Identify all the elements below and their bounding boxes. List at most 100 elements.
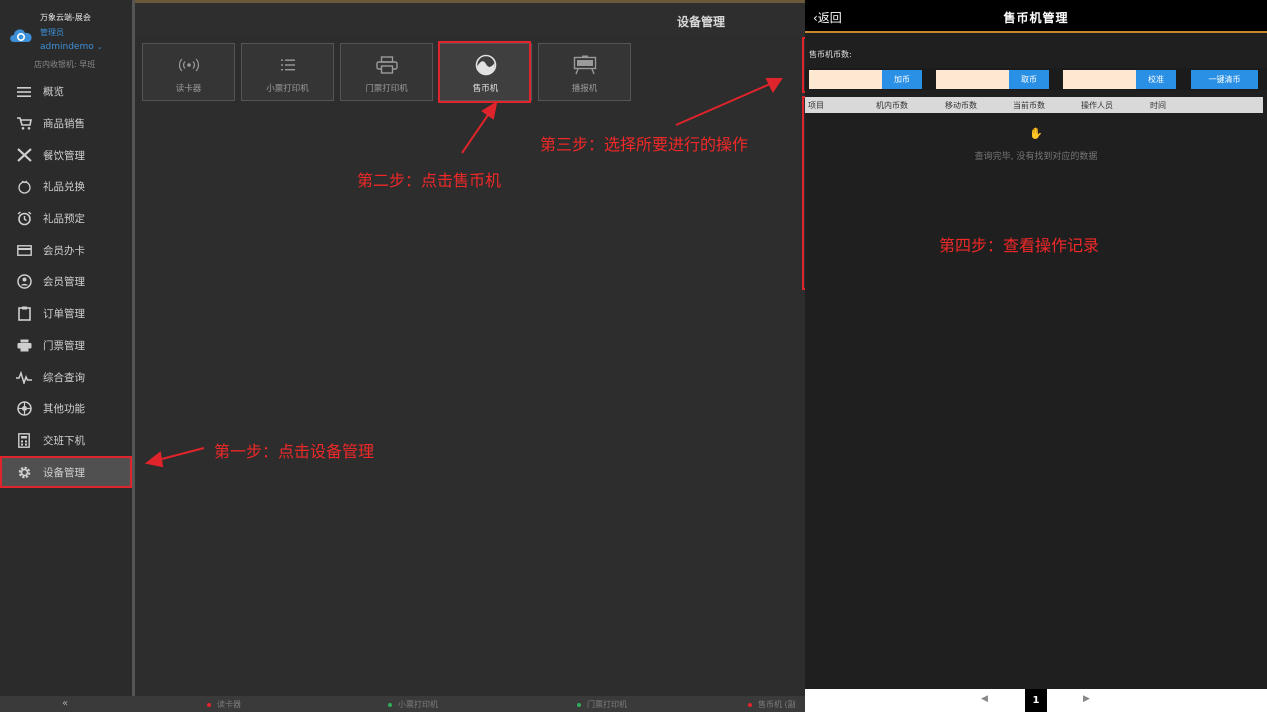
column-header: 时间	[1150, 101, 1166, 110]
sidebar-item-member-card[interactable]: 会员办卡	[0, 234, 132, 266]
device-label: 门票打印机	[365, 84, 408, 94]
sidebar-item-catering[interactable]: 餐饮管理	[0, 139, 132, 171]
sidebar-item-gift-booking[interactable]: 礼品预定	[0, 203, 132, 235]
status-dot-red-icon	[207, 702, 211, 707]
gear-icon	[15, 464, 33, 480]
user-menu[interactable]: admindemo ⌄	[40, 42, 103, 52]
clipboard-icon	[15, 306, 33, 322]
records-table-header: 项目 机内币数 移动币数 当前币数 操作人员 时间	[805, 97, 1263, 113]
page-title: 设备管理	[676, 15, 725, 29]
sidebar-item-label: 会员办卡	[43, 244, 85, 257]
list-printer-icon	[242, 54, 333, 76]
take-coin-input[interactable]	[936, 70, 1010, 89]
clear-coins-button[interactable]: 一键清币	[1191, 70, 1258, 89]
status-coin-machine: 售币机 (副	[748, 699, 796, 710]
aperture-icon	[15, 401, 33, 417]
empty-state-text: 查询完毕, 没有找到对应的数据	[974, 152, 1098, 162]
sidebar-item-overview[interactable]: 概览	[0, 76, 132, 108]
device-receipt-printer[interactable]: 小票打印机	[241, 43, 334, 101]
device-announcer[interactable]: 播报机	[538, 43, 631, 101]
sidebar-item-label: 礼品预定	[43, 213, 85, 226]
sidebar-item-other-functions[interactable]: 其他功能	[0, 393, 132, 425]
collapse-sidebar-icon[interactable]: «	[62, 698, 68, 709]
panel-header: ‹返回 售币机管理	[805, 0, 1267, 33]
brand-role: 管理员	[40, 28, 64, 37]
column-header: 项目	[808, 101, 824, 110]
user-name: admindemo	[40, 42, 94, 52]
brand-name: 万象云端-展会	[40, 13, 91, 22]
member-icon	[15, 274, 33, 290]
next-page-icon[interactable]: ▶	[1083, 694, 1090, 704]
gift-icon	[15, 179, 33, 195]
coin-operations-row: 加币 取币 校准 一键清币	[805, 68, 1267, 90]
sidebar-menu: 概览 商品销售 餐饮管理 礼品兑换 礼品预定 会员办卡 会员管理 订单管理 门票…	[0, 76, 132, 488]
device-label: 售币机	[472, 84, 499, 94]
sidebar-item-label: 设备管理	[43, 466, 85, 479]
card-reader-icon	[143, 54, 234, 76]
device-card-reader[interactable]: 读卡器	[142, 43, 235, 101]
sidebar-item-label: 门票管理	[43, 339, 85, 352]
device-label: 小票打印机	[266, 84, 309, 94]
card-icon	[15, 242, 33, 258]
coin-machine-panel: ‹返回 售币机管理 售币机币数: 加币 取币 校准 一键清币 项目 机内币数 移…	[805, 0, 1267, 712]
device-label: 播报机	[571, 84, 598, 94]
sidebar-item-shift-handover[interactable]: 交班下机	[0, 425, 132, 457]
printer-icon	[341, 54, 432, 76]
panel-title: 售币机管理	[1003, 11, 1069, 25]
sidebar-item-label: 会员管理	[43, 276, 85, 289]
annotation-step3: 第三步：选择所要进行的操作	[540, 135, 749, 154]
sidebar-item-comprehensive-query[interactable]: 综合查询	[0, 361, 132, 393]
utensils-icon	[15, 147, 33, 163]
coin-machine-icon	[440, 54, 531, 76]
annotation-step2: 第二步：点击售币机	[357, 171, 502, 190]
sidebar-item-label: 商品销售	[43, 118, 85, 131]
pagination: ◀ 1 ▶	[805, 689, 1267, 712]
sidebar-item-label: 餐饮管理	[43, 149, 85, 162]
calibrate-input[interactable]	[1063, 70, 1137, 89]
coin-count-label: 售币机币数:	[809, 50, 852, 59]
pulse-icon	[15, 369, 33, 385]
status-dot-green-icon	[388, 702, 392, 707]
sidebar-item-label: 订单管理	[43, 308, 85, 321]
hand-icon: ✋	[1029, 127, 1043, 140]
add-coin-button[interactable]: 加币	[882, 70, 922, 89]
device-ticket-printer[interactable]: 门票打印机	[340, 43, 433, 101]
status-receipt-printer: 小票打印机	[388, 699, 438, 710]
status-dot-red-icon	[748, 702, 752, 707]
sidebar-item-gift-exchange[interactable]: 礼品兑换	[0, 171, 132, 203]
device-coin-machine[interactable]: 售币机	[439, 43, 532, 101]
sidebar-item-ticket-management[interactable]: 门票管理	[0, 330, 132, 362]
annotation-step4: 第四步：查看操作记录	[939, 236, 1100, 255]
sidebar-item-label: 其他功能	[43, 403, 85, 416]
device-label: 读卡器	[175, 84, 202, 94]
take-coin-button[interactable]: 取币	[1009, 70, 1049, 89]
topbar: 设备管理	[135, 0, 805, 36]
calibrate-button[interactable]: 校准	[1136, 70, 1176, 89]
prev-page-icon[interactable]: ◀	[981, 694, 988, 704]
sidebar: 万象云端-展会 管理员 admindemo ⌄ 店内收银机: 早班 概览 商品销售…	[0, 0, 132, 696]
status-ticket-printer: 门票打印机	[577, 699, 627, 710]
brand-block: 万象云端-展会 管理员 admindemo ⌄ 店内收银机: 早班	[6, 10, 130, 75]
alarm-clock-icon	[15, 211, 33, 227]
column-header: 操作人员	[1081, 101, 1113, 110]
ticket-printer-icon	[15, 337, 33, 353]
column-header: 移动币数	[945, 101, 977, 110]
annotation-step1: 第一步：点击设备管理	[214, 442, 375, 461]
cart-icon	[15, 116, 33, 132]
list-icon	[15, 84, 33, 100]
add-coin-input[interactable]	[809, 70, 883, 89]
status-bar: « 读卡器 小票打印机 门票打印机 售币机 (副	[0, 696, 805, 712]
calculator-icon	[15, 432, 33, 448]
sidebar-item-label: 礼品兑换	[43, 181, 85, 194]
screen-icon	[539, 54, 630, 76]
sidebar-item-device-management[interactable]: 设备管理	[0, 456, 132, 488]
sidebar-item-label: 综合查询	[43, 371, 85, 384]
sidebar-item-label: 交班下机	[43, 434, 85, 447]
sidebar-item-member-management[interactable]: 会员管理	[0, 266, 132, 298]
page-number-current[interactable]: 1	[1025, 689, 1047, 712]
status-dot-green-icon	[577, 702, 581, 707]
cloud-logo-icon	[10, 29, 32, 42]
sidebar-item-product-sales[interactable]: 商品销售	[0, 108, 132, 140]
status-card-reader: 读卡器	[207, 699, 241, 710]
sidebar-item-order-management[interactable]: 订单管理	[0, 298, 132, 330]
